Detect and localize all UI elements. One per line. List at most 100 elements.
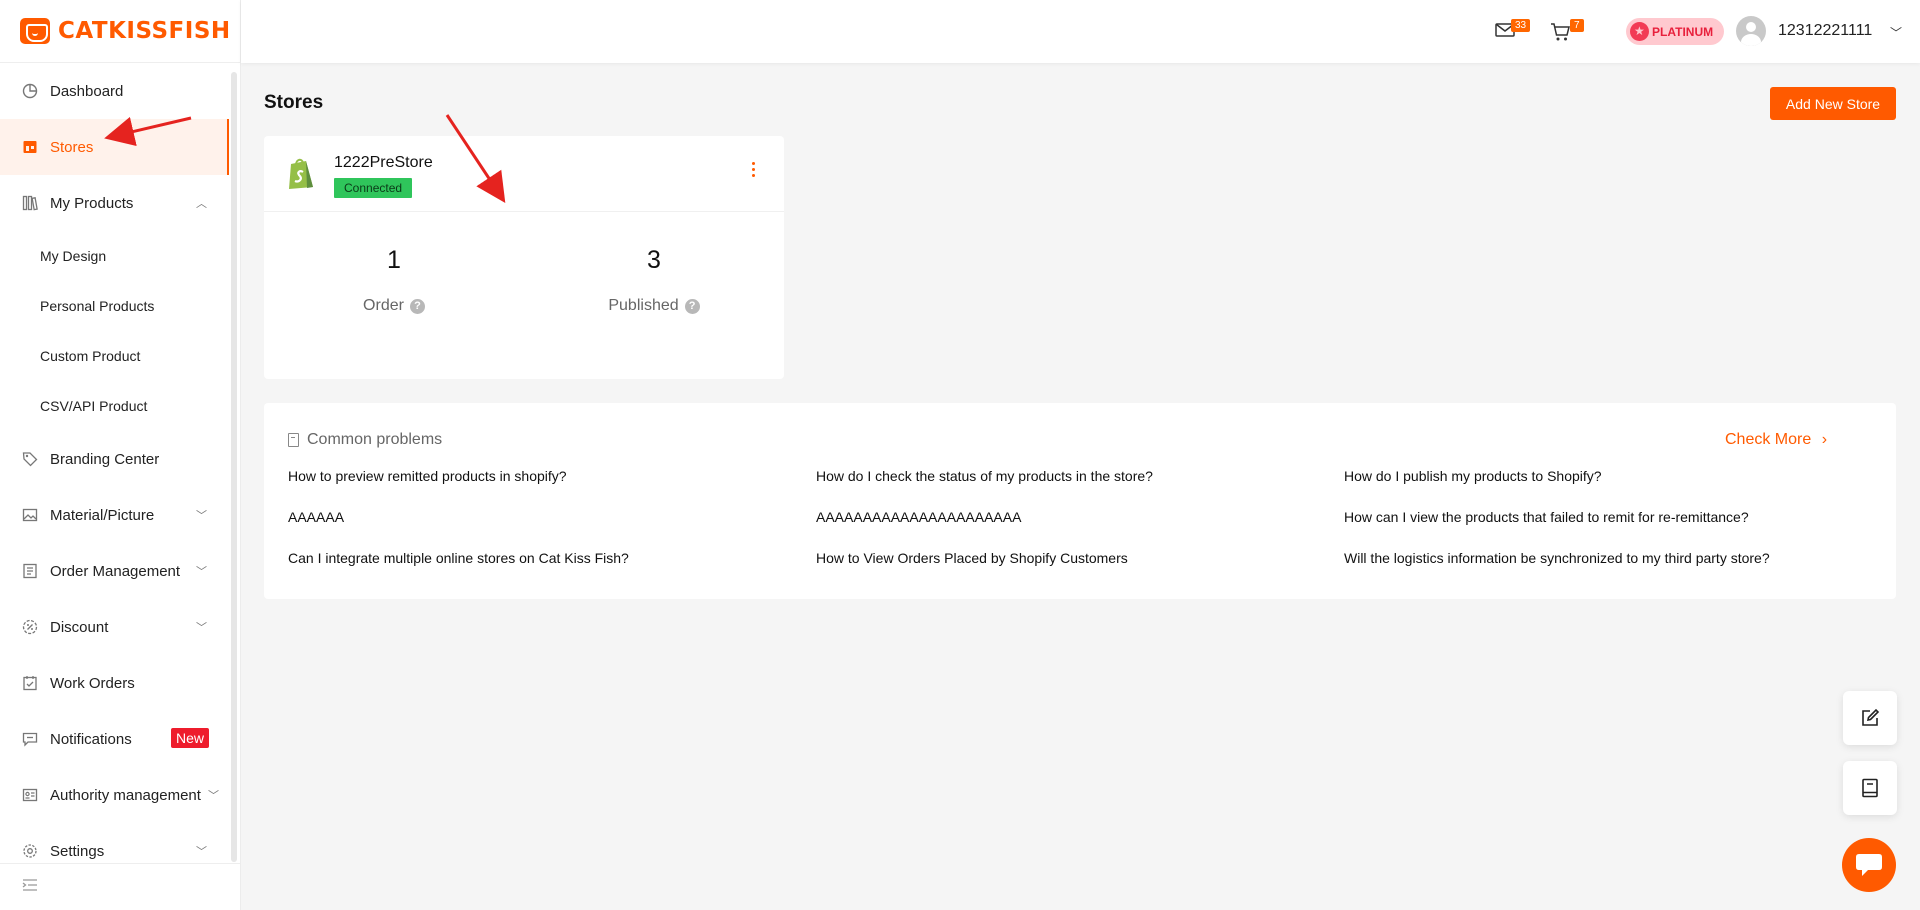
sidebar-item-work-orders[interactable]: Work Orders	[0, 655, 229, 711]
chevron-down-icon: ﹀	[208, 790, 219, 802]
cart-button[interactable]: 7	[1550, 19, 1584, 42]
top-header: 33 7 PLATINUM 12312221111 ﹀	[241, 0, 1920, 63]
chevron-right-icon: ›	[1821, 431, 1828, 448]
add-new-store-button[interactable]: Add New Store	[1770, 87, 1896, 120]
membership-tier: PLATINUM	[1652, 24, 1714, 39]
username[interactable]: 12312221111	[1778, 22, 1872, 40]
sidebar-subitem-custom-product[interactable]: Custom Product	[0, 331, 229, 381]
edit-icon	[1862, 708, 1880, 726]
authority-icon	[22, 787, 38, 803]
common-problems-title: Common problems	[288, 431, 442, 449]
sidebar-scrollbar[interactable]	[231, 72, 237, 862]
sidebar-item-authority-management[interactable]: Authority management ﹀	[0, 767, 229, 823]
cart-count-badge: 7	[1570, 19, 1584, 32]
chevron-down-icon: ﹀	[196, 510, 207, 522]
faq-link[interactable]: AAAAAAAAAAAAAAAAAAAAAA	[816, 509, 1021, 525]
published-label-row: Published ?	[554, 297, 754, 315]
sidebar-item-label: Settings	[50, 842, 105, 860]
check-more-link[interactable]: Check More ›	[1725, 431, 1827, 449]
order-count: 1	[387, 246, 401, 274]
chevron-down-icon: ﹀	[196, 846, 207, 858]
sidebar-item-dashboard[interactable]: Dashboard	[0, 63, 229, 119]
book-icon	[1862, 778, 1878, 798]
store-card: 1222PreStore Connected 1 Order ? 3 Publi…	[264, 136, 784, 379]
products-icon	[22, 195, 38, 211]
sidebar-subitem-my-design[interactable]: My Design	[0, 231, 229, 281]
sidebar-item-label: Discount	[50, 618, 109, 636]
sidebar-item-label: Order Management	[50, 562, 181, 580]
sidebar-nav: Dashboard Stores My Products ︿ My Design…	[0, 63, 229, 863]
kebab-dot	[751, 168, 755, 171]
sidebar-item-label: Dashboard	[50, 82, 124, 100]
store-name[interactable]: 1222PreStore	[334, 154, 433, 172]
brand-name: CATKISSFISH	[58, 18, 231, 44]
picture-icon	[22, 507, 38, 523]
published-label: Published	[608, 297, 679, 314]
check-more-label: Check More	[1725, 431, 1812, 448]
sidebar-item-label: Material/Picture	[50, 506, 155, 524]
sidebar-item-branding-center[interactable]: Branding Center	[0, 431, 229, 487]
sidebar-item-label: My Products	[50, 194, 134, 212]
discount-icon	[22, 619, 38, 635]
order-label-row: Order ?	[294, 297, 494, 315]
chat-button[interactable]	[1842, 838, 1896, 892]
guide-button[interactable]	[1843, 761, 1897, 815]
store-card-header: 1222PreStore Connected	[264, 136, 784, 212]
published-count: 3	[647, 246, 661, 274]
sidebar-item-label: Branding Center	[50, 450, 160, 468]
sidebar-item-order-management[interactable]: Order Management ﹀	[0, 543, 229, 599]
sidebar-subitem-csv-api-product[interactable]: CSV/API Product	[0, 381, 229, 431]
mail-count-badge: 33	[1511, 19, 1531, 32]
membership-badge[interactable]: PLATINUM	[1626, 18, 1724, 45]
menu-collapse-icon	[22, 878, 38, 897]
faq-link[interactable]: How do I check the status of my products…	[816, 468, 1153, 484]
dashboard-icon	[22, 83, 38, 99]
sidebar-item-material-picture[interactable]: Material/Picture ﹀	[0, 487, 229, 543]
faq-link[interactable]: How can I view the products that failed …	[1344, 509, 1749, 525]
tag-icon	[22, 451, 38, 467]
sidebar-item-label: Notifications	[50, 730, 132, 748]
sidebar-item-notifications[interactable]: Notifications New	[0, 711, 229, 767]
order-label: Order	[363, 297, 404, 314]
sidebar-item-discount[interactable]: Discount ﹀	[0, 599, 229, 655]
page-title: Stores	[264, 92, 324, 113]
cat-logo-icon	[20, 18, 50, 44]
brand-logo[interactable]: CATKISSFISH	[0, 0, 240, 63]
sidebar-item-settings[interactable]: Settings ﹀	[0, 823, 229, 863]
published-stat[interactable]: 3 Published ?	[554, 246, 754, 315]
faq-link[interactable]: Can I integrate multiple online stores o…	[288, 550, 629, 566]
faq-link[interactable]: How to preview remitted products in shop…	[288, 468, 567, 484]
sidebar-item-label: Stores	[50, 138, 94, 156]
sidebar-item-stores[interactable]: Stores	[0, 119, 229, 175]
avatar[interactable]	[1736, 16, 1766, 46]
order-icon	[22, 563, 38, 579]
common-problems-label: Common problems	[307, 431, 443, 448]
faq-link[interactable]: How do I publish my products to Shopify?	[1344, 468, 1602, 484]
kebab-dot	[751, 162, 755, 165]
chevron-up-icon: ︿	[196, 198, 207, 210]
work-order-icon	[22, 675, 38, 691]
chevron-down-icon: ﹀	[196, 566, 207, 578]
book-icon	[288, 433, 299, 447]
sidebar-item-label: Authority management	[50, 786, 201, 804]
kebab-dot	[751, 174, 755, 177]
faq-link[interactable]: AAAAAA	[288, 509, 344, 525]
order-stat[interactable]: 1 Order ?	[294, 246, 494, 315]
sidebar-subitem-personal-products[interactable]: Personal Products	[0, 281, 229, 331]
chevron-down-icon[interactable]: ﹀	[1890, 24, 1902, 41]
feedback-button[interactable]	[1843, 691, 1897, 745]
help-icon[interactable]: ?	[684, 298, 700, 314]
faq-link[interactable]: Will the logistics information be synchr…	[1344, 550, 1770, 566]
notification-icon	[22, 731, 38, 747]
store-icon	[22, 139, 38, 155]
shopify-icon	[286, 156, 316, 195]
help-icon[interactable]: ?	[409, 298, 425, 314]
sidebar-item-my-products[interactable]: My Products ︿	[0, 175, 229, 231]
sidebar-collapse-button[interactable]	[0, 863, 240, 910]
new-badge: New	[170, 728, 209, 748]
faq-link[interactable]: How to View Orders Placed by Shopify Cus…	[816, 550, 1128, 566]
more-options-button[interactable]	[750, 162, 756, 177]
connection-status-badge: Connected	[334, 178, 413, 198]
platinum-star-icon	[1630, 22, 1649, 41]
mail-button[interactable]: 33	[1495, 19, 1531, 42]
